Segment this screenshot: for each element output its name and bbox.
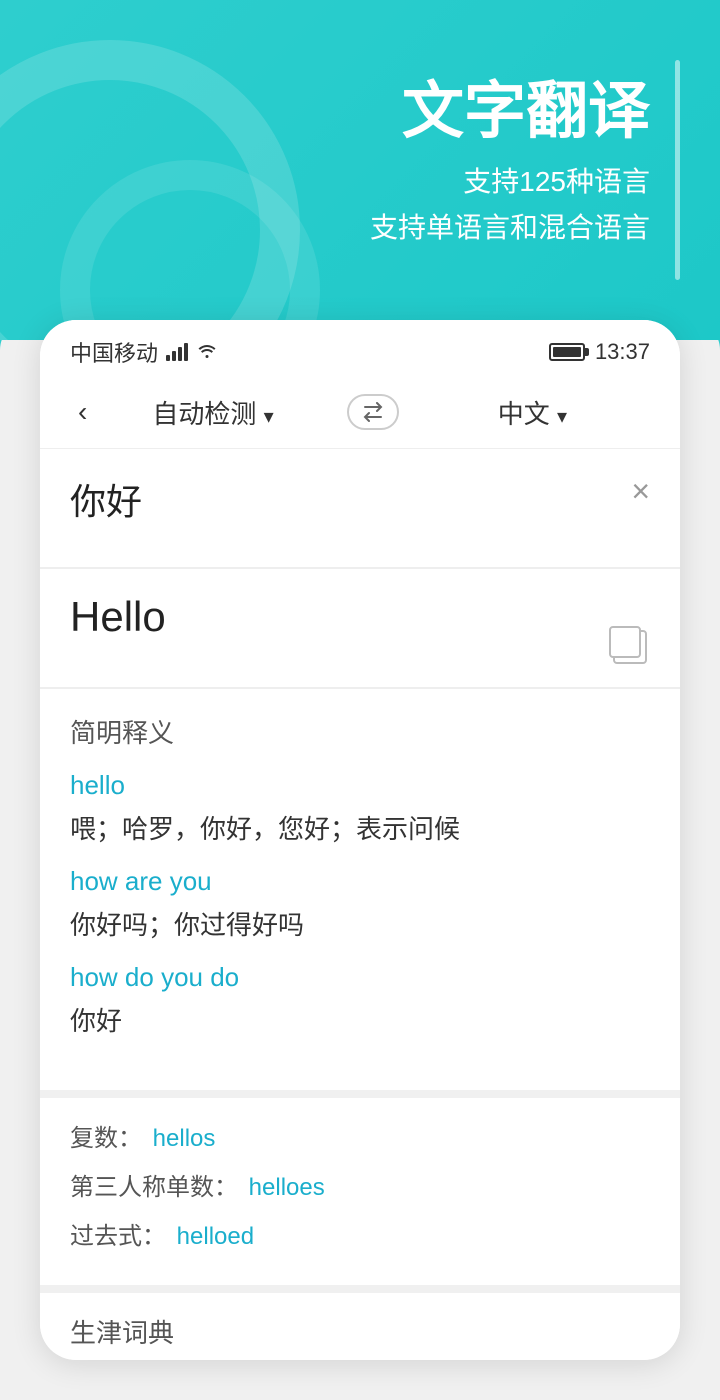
next-section: 生津词典	[40, 1285, 680, 1360]
phone-frame: 中国移动	[40, 320, 680, 1360]
copy-icon	[613, 630, 647, 664]
time-label: 13:37	[595, 339, 650, 365]
status-right: 13:37	[549, 339, 650, 365]
translation-area: Hello	[40, 569, 680, 689]
swap-languages-button[interactable]	[347, 394, 399, 430]
forms-section: 复数： hellos 第三人称单数： helloes 过去式： helloed	[40, 1090, 680, 1285]
status-left: 中国移动	[70, 336, 218, 368]
signal-icon	[166, 343, 188, 361]
past-value[interactable]: helloed	[177, 1223, 254, 1250]
header-subtitle1: 支持125种语言	[463, 160, 650, 200]
definition-item-1: hello 喂；哈罗，你好，您好；表示问候	[70, 770, 650, 846]
clear-input-button[interactable]: ×	[631, 473, 650, 510]
nav-bar: ‹ 自动检测 ▾ 中文 ▾	[40, 376, 680, 449]
status-bar: 中国移动	[40, 320, 680, 376]
target-language-selector[interactable]: 中文 ▾	[415, 394, 650, 431]
definition-item-2: how are you 你好吗；你过得好吗	[70, 866, 650, 942]
back-button[interactable]: ‹	[70, 388, 95, 436]
source-language-selector[interactable]: 自动检测 ▾	[95, 394, 330, 431]
input-area[interactable]: 你好 ×	[40, 449, 680, 569]
header-subtitle2: 支持单语言和混合语言	[370, 206, 650, 246]
app-title: 文字翻译	[402, 60, 650, 150]
battery-icon	[549, 343, 585, 361]
def-term-3[interactable]: how do you do	[70, 962, 650, 993]
app-header: 文字翻译 支持125种语言 支持单语言和混合语言	[0, 0, 720, 340]
next-section-title: 生津词典	[70, 1313, 650, 1350]
translation-text: Hello	[70, 593, 650, 641]
input-text: 你好	[70, 473, 650, 525]
wifi-icon	[196, 341, 218, 364]
definitions-title: 简明释义	[70, 713, 650, 750]
plural-row: 复数： hellos	[70, 1118, 650, 1153]
definition-item-3: how do you do 你好	[70, 962, 650, 1038]
def-meaning-1: 喂；哈罗，你好，您好；表示问候	[70, 809, 650, 846]
third-person-row: 第三人称单数： helloes	[70, 1167, 650, 1202]
divider-decoration	[675, 60, 680, 280]
plural-value[interactable]: hellos	[153, 1125, 216, 1152]
definitions-section: 简明释义 hello 喂；哈罗，你好，您好；表示问候 how are you 你…	[40, 689, 680, 1082]
past-tense-row: 过去式： helloed	[70, 1216, 650, 1251]
def-meaning-2: 你好吗；你过得好吗	[70, 905, 650, 942]
def-term-1[interactable]: hello	[70, 770, 650, 801]
def-meaning-3: 你好	[70, 1001, 650, 1038]
third-person-value[interactable]: helloes	[249, 1174, 325, 1201]
carrier-label: 中国移动	[70, 336, 158, 368]
def-term-2[interactable]: how are you	[70, 866, 650, 897]
copy-button[interactable]	[610, 627, 650, 667]
